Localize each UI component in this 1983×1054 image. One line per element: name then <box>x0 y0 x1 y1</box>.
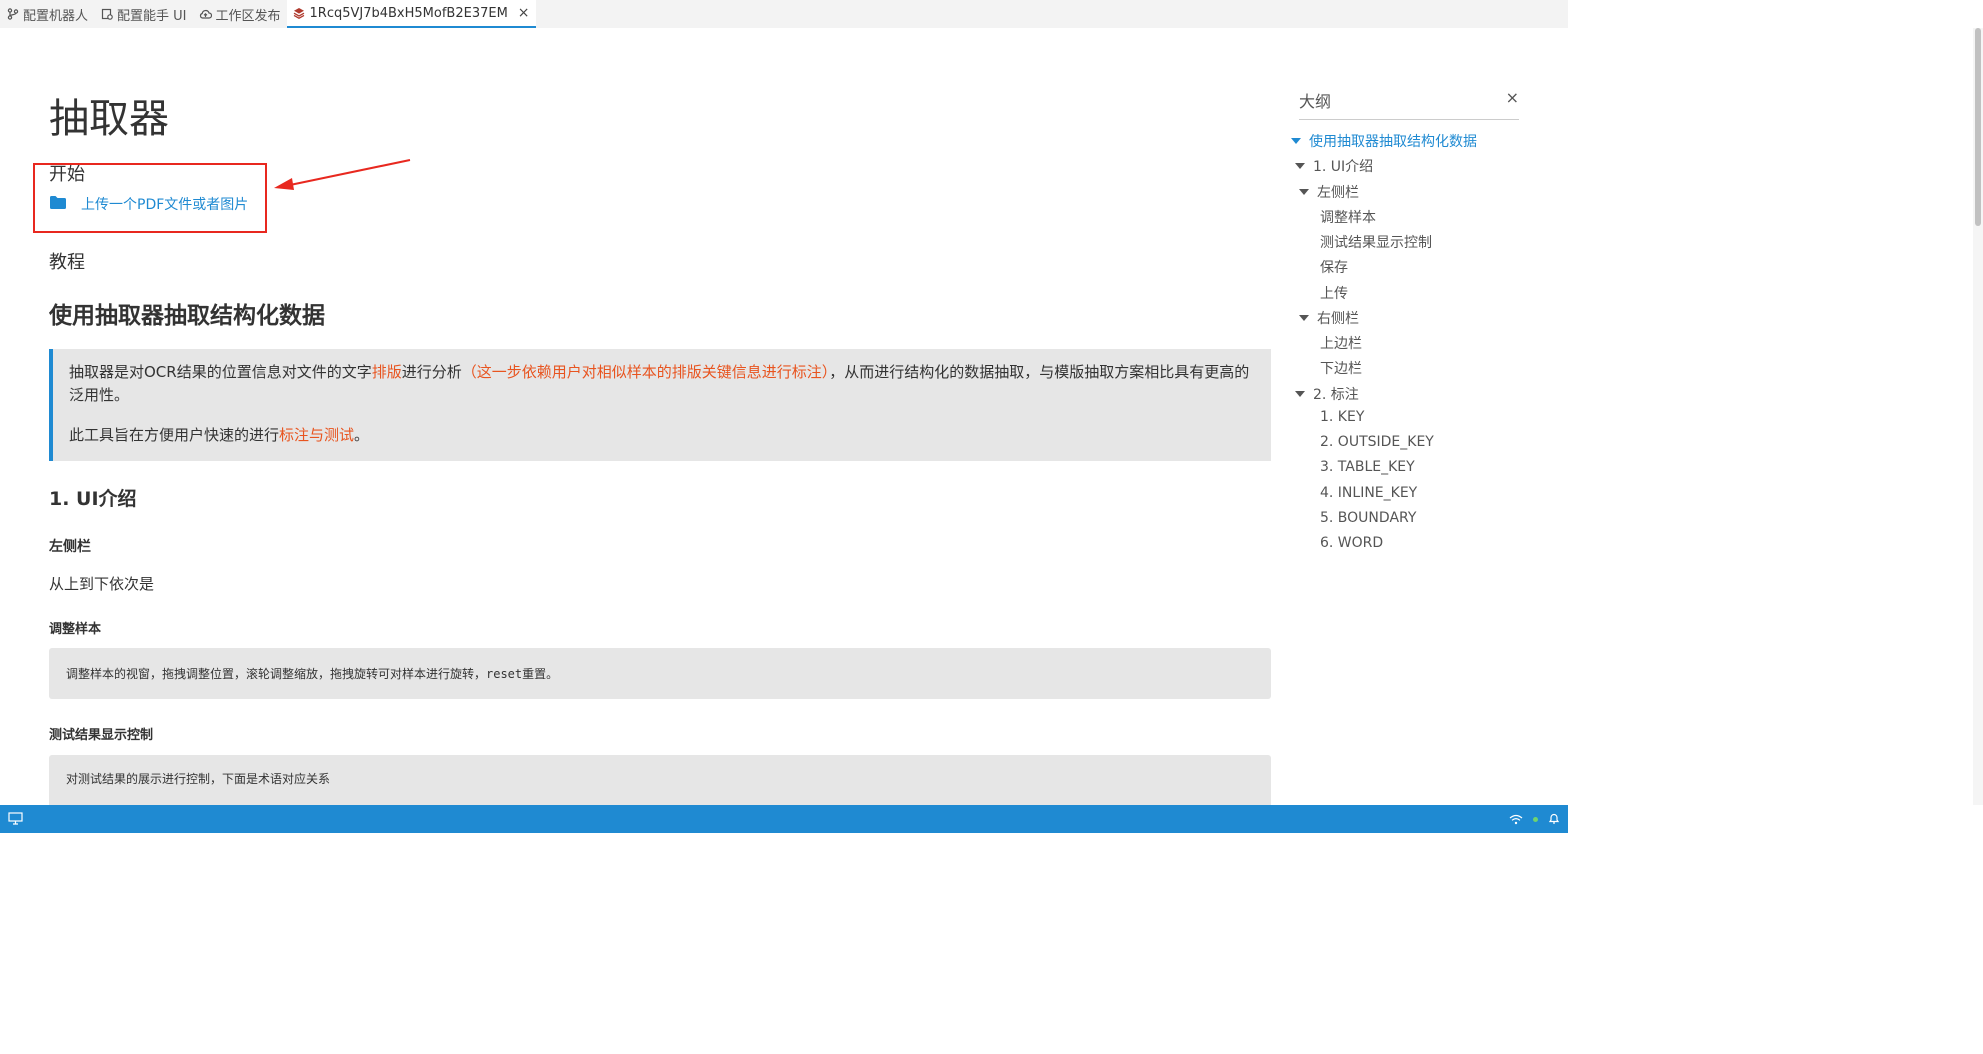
outline-title: 大纲 <box>1299 92 1332 111</box>
outline-item[interactable]: 3. TABLE_KEY <box>1320 459 1415 475</box>
outline-item-label: 使用抽取器抽取结构化数据 <box>1309 134 1477 150</box>
callout-paragraph: 此工具旨在方便用户快速的进行标注与测试。 <box>69 424 1255 447</box>
tab-document[interactable]: 1Rcq5VJ7b4BxH5MofB2E37EM × <box>286 0 536 28</box>
outline-item[interactable]: 下边栏 <box>1320 358 1362 378</box>
scrollbar-thumb[interactable] <box>1975 28 1981 226</box>
ui-intro-heading: 1. UI介绍 <box>49 488 137 510</box>
highlight-text: 排版 <box>371 363 402 381</box>
outline-item[interactable]: 2. OUTSIDE_KEY <box>1320 434 1434 450</box>
callout-text: 此工具旨在方便用户快速的进行 <box>69 426 280 444</box>
cloud-upload-icon <box>199 8 212 21</box>
highlight-text: （这一步依赖用户对相似样本的排版关键信息进行标注） <box>461 363 830 381</box>
page-title: 抽取器 <box>49 96 169 142</box>
status-bar <box>0 805 1568 833</box>
callout-paragraph: 抽取器是对OCR结果的位置信息对文件的文字排版进行分析（这一步依赖用户对相似样本… <box>69 361 1255 407</box>
outline-item-label: 2. 标注 <box>1313 387 1359 403</box>
close-icon[interactable]: × <box>1506 88 1519 107</box>
outline-item[interactable]: 使用抽取器抽取结构化数据 <box>1291 131 1477 151</box>
outline-item-label: 上边栏 <box>1320 336 1362 352</box>
outline-item-label: 6. WORD <box>1320 535 1384 551</box>
tab-bar: 配置机器人 配置能手 UI 工作区发布 1Rcq5VJ7b4BxH5MofB2E… <box>0 0 1568 28</box>
outline-item-label: 左侧栏 <box>1317 185 1359 201</box>
tutorial-label: 教程 <box>49 252 85 273</box>
code-block: 对测试结果的展示进行控制，下面是术语对应关系 <box>49 755 1271 805</box>
outline-header: 大纲 × <box>1299 88 1519 120</box>
outline-item[interactable]: 上边栏 <box>1320 333 1362 353</box>
stack-icon <box>293 7 306 20</box>
outline-item[interactable]: 保存 <box>1320 257 1348 277</box>
outline-item-label: 4. INLINE_KEY <box>1320 485 1418 501</box>
tab-workspace-publish[interactable]: 工作区发布 <box>193 0 287 28</box>
tab-label: 配置机器人 <box>23 8 89 24</box>
callout-text: 。 <box>354 426 370 444</box>
outline-item[interactable]: 2. 标注 <box>1295 384 1359 404</box>
tab-label: 1Rcq5VJ7b4BxH5MofB2E37EM <box>309 5 508 21</box>
chevron-down-icon[interactable] <box>1299 189 1309 195</box>
intro-callout: 抽取器是对OCR结果的位置信息对文件的文字排版进行分析（这一步依赖用户对相似样本… <box>49 349 1271 461</box>
outline-item-label: 1. UI介绍 <box>1313 159 1374 175</box>
outline-item-label: 调整样本 <box>1320 210 1376 226</box>
document-content: 抽取器 开始 上传一个PDF文件或者图片 教程 使用抽取器抽取结构化数据 抽取器… <box>49 28 1271 805</box>
outline-item[interactable]: 右侧栏 <box>1299 308 1359 328</box>
section-title: 使用抽取器抽取结构化数据 <box>49 303 325 329</box>
close-icon[interactable]: × <box>518 5 530 21</box>
outline-item[interactable]: 4. INLINE_KEY <box>1320 485 1417 501</box>
tab-ui-config[interactable]: 配置能手 UI <box>94 0 192 28</box>
adjust-sample-heading: 调整样本 <box>49 622 102 637</box>
callout-text: 抽取器是对OCR结果的位置信息对文件的文字 <box>69 363 372 381</box>
tab-robot-config[interactable]: 配置机器人 <box>0 0 94 28</box>
settings-doc-icon <box>100 8 113 21</box>
outline-item-label: 保存 <box>1320 260 1348 276</box>
outline-item-label: 测试结果显示控制 <box>1320 235 1432 251</box>
chevron-down-icon[interactable] <box>1299 315 1309 321</box>
status-indicator <box>1533 816 1538 822</box>
chevron-down-icon[interactable] <box>1295 391 1305 397</box>
wifi-icon[interactable] <box>1509 810 1523 829</box>
outline-item-label: 1. KEY <box>1320 409 1365 425</box>
tab-label: 配置能手 UI <box>117 8 187 24</box>
outline-item[interactable]: 5. BOUNDARY <box>1320 510 1416 526</box>
code-block: 调整样本的视窗，拖拽调整位置，滚轮调整缩放，拖拽旋转可对样本进行旋转，reset… <box>49 648 1271 699</box>
chevron-down-icon[interactable] <box>1291 138 1301 144</box>
status-right <box>1509 810 1560 829</box>
callout-text: 进行分析 <box>401 363 462 381</box>
outline-item-label: 下边栏 <box>1320 361 1362 377</box>
vertical-scrollbar[interactable] <box>1973 28 1983 805</box>
outline-item-label: 右侧栏 <box>1317 311 1359 327</box>
outline-item-label: 3. TABLE_KEY <box>1320 459 1415 475</box>
monitor-icon[interactable] <box>8 810 23 829</box>
outline-item[interactable]: 6. WORD <box>1320 535 1383 551</box>
tab-label: 工作区发布 <box>215 8 281 24</box>
order-text: 从上到下依次是 <box>49 575 155 593</box>
chevron-down-icon[interactable] <box>1295 163 1305 169</box>
outline-panel: 大纲 × 使用抽取器抽取结构化数据 1. UI介绍左侧栏调整样本测试结果显示控制保… <box>1285 28 1525 805</box>
outline-item[interactable]: 测试结果显示控制 <box>1320 232 1432 252</box>
annotation-box <box>33 163 267 233</box>
outline-item[interactable]: 1. KEY <box>1320 409 1364 425</box>
outline-item[interactable]: 左侧栏 <box>1299 182 1359 202</box>
outline-item[interactable]: 调整样本 <box>1320 207 1376 227</box>
outline-item[interactable]: 1. UI介绍 <box>1295 156 1373 176</box>
bell-icon[interactable] <box>1548 810 1560 829</box>
outline-item-label: 5. BOUNDARY <box>1320 510 1417 526</box>
outline-item-label: 上传 <box>1320 286 1348 302</box>
outline-item[interactable]: 上传 <box>1320 283 1348 303</box>
outline-item-label: 2. OUTSIDE_KEY <box>1320 434 1434 450</box>
left-sidebar-heading: 左侧栏 <box>49 539 91 555</box>
test-result-heading: 测试结果显示控制 <box>49 728 154 743</box>
highlight-text: 标注与测试 <box>279 426 355 444</box>
branch-icon <box>6 8 19 21</box>
annotation-arrow-icon <box>274 159 411 190</box>
